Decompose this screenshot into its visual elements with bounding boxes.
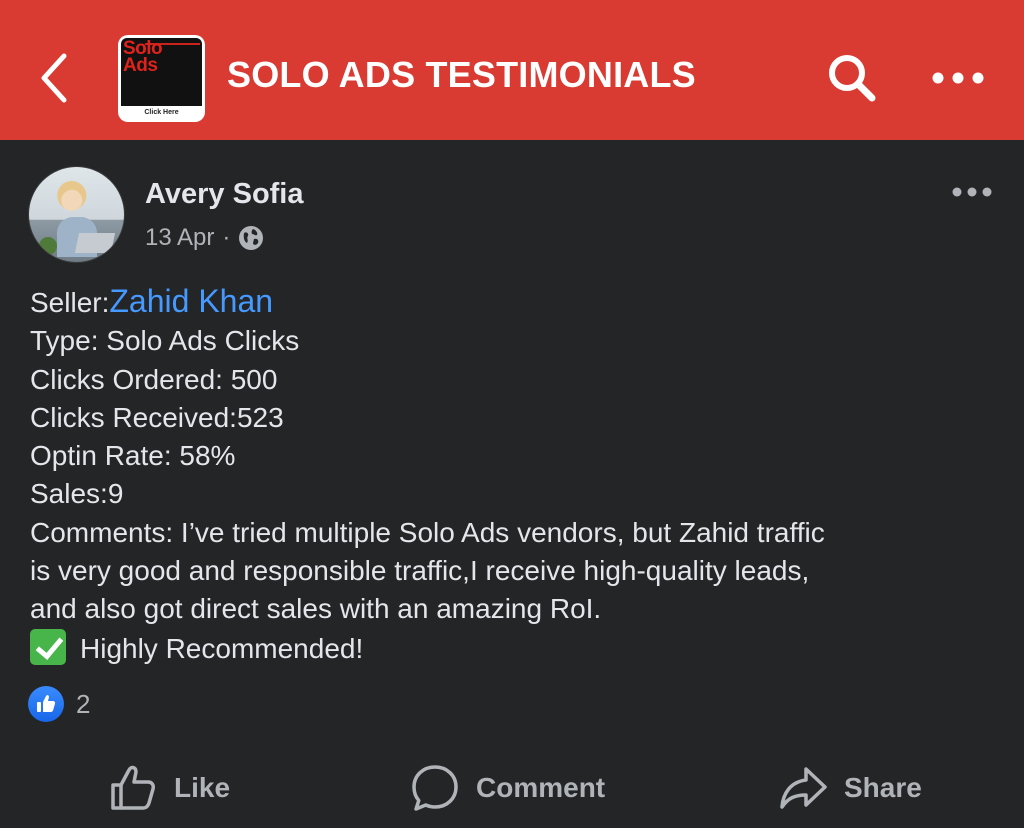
- post-body: Seller:Zahid Khan Type: Solo Ads Clicks …: [30, 282, 1010, 668]
- logo-line-2: Ads: [123, 55, 158, 76]
- back-button[interactable]: [30, 50, 80, 106]
- more-horizontal-icon: [932, 72, 984, 84]
- post-line: and also got direct sales with an amazin…: [30, 593, 602, 625]
- chevron-left-icon: [41, 53, 67, 103]
- thumbs-up-outline-icon: [111, 765, 155, 810]
- seller-line: Seller:Zahid Khan: [30, 282, 1010, 322]
- comment-button[interactable]: Comment: [410, 760, 605, 816]
- logo-cta: Click Here: [144, 109, 179, 116]
- globe-icon: [239, 226, 264, 250]
- group-header: Solo Ads Click Here SOLO ADS TESTIMONIAL…: [0, 0, 1024, 140]
- search-icon: [829, 55, 876, 102]
- avatar-plant: [39, 237, 57, 255]
- post-line: Optin Rate: 58%: [30, 440, 236, 472]
- share-label: Share: [844, 772, 922, 803]
- post-line: Clicks Received:523: [30, 401, 284, 433]
- header-more-button[interactable]: [930, 64, 986, 92]
- post-line: is very good and responsible traffic,I r…: [30, 555, 810, 587]
- post-line: Sales:9: [30, 478, 124, 510]
- seller-link[interactable]: Zahid Khan: [109, 283, 273, 319]
- meta-separator: ·: [222, 224, 231, 251]
- post-line: Comments: I’ve tried multiple Solo Ads v…: [30, 516, 825, 548]
- comment-label: Comment: [476, 772, 606, 803]
- thumbs-up-icon: [37, 695, 56, 712]
- share-arrow-icon: [780, 767, 827, 809]
- search-button[interactable]: [826, 52, 878, 104]
- check-mark-icon: [30, 628, 66, 665]
- recommend-line: Highly Recommended!: [30, 628, 1010, 668]
- recommend-text: Highly Recommended!: [80, 632, 364, 664]
- avatar-laptop: [74, 233, 116, 253]
- share-button[interactable]: Share: [778, 760, 922, 816]
- post-author[interactable]: Avery Sofia: [145, 178, 304, 211]
- like-label: Like: [174, 772, 231, 803]
- like-button[interactable]: Like: [108, 760, 230, 816]
- post-date[interactable]: 13 Apr: [145, 224, 214, 252]
- post-meta: 13 Apr ·: [145, 224, 264, 252]
- group-logo: Solo Ads: [121, 38, 202, 106]
- page-title: SOLO ADS TESTIMONIALS: [227, 54, 696, 95]
- seller-label: Seller:: [30, 287, 110, 318]
- post-line: Type: Solo Ads Clicks: [30, 325, 300, 357]
- more-horizontal-icon: [952, 187, 992, 197]
- group-thumbnail[interactable]: Solo Ads Click Here: [118, 35, 205, 122]
- avatar[interactable]: [28, 166, 125, 263]
- post-line: Clicks Ordered: 500: [30, 363, 278, 395]
- post-more-button[interactable]: [950, 180, 994, 204]
- comment-bubble-icon: [412, 765, 458, 811]
- logo-text: Solo Ads: [123, 39, 163, 76]
- reaction-count: 2: [76, 688, 91, 719]
- reactions-summary[interactable]: 2: [28, 686, 90, 722]
- like-reaction-icon: [28, 686, 64, 722]
